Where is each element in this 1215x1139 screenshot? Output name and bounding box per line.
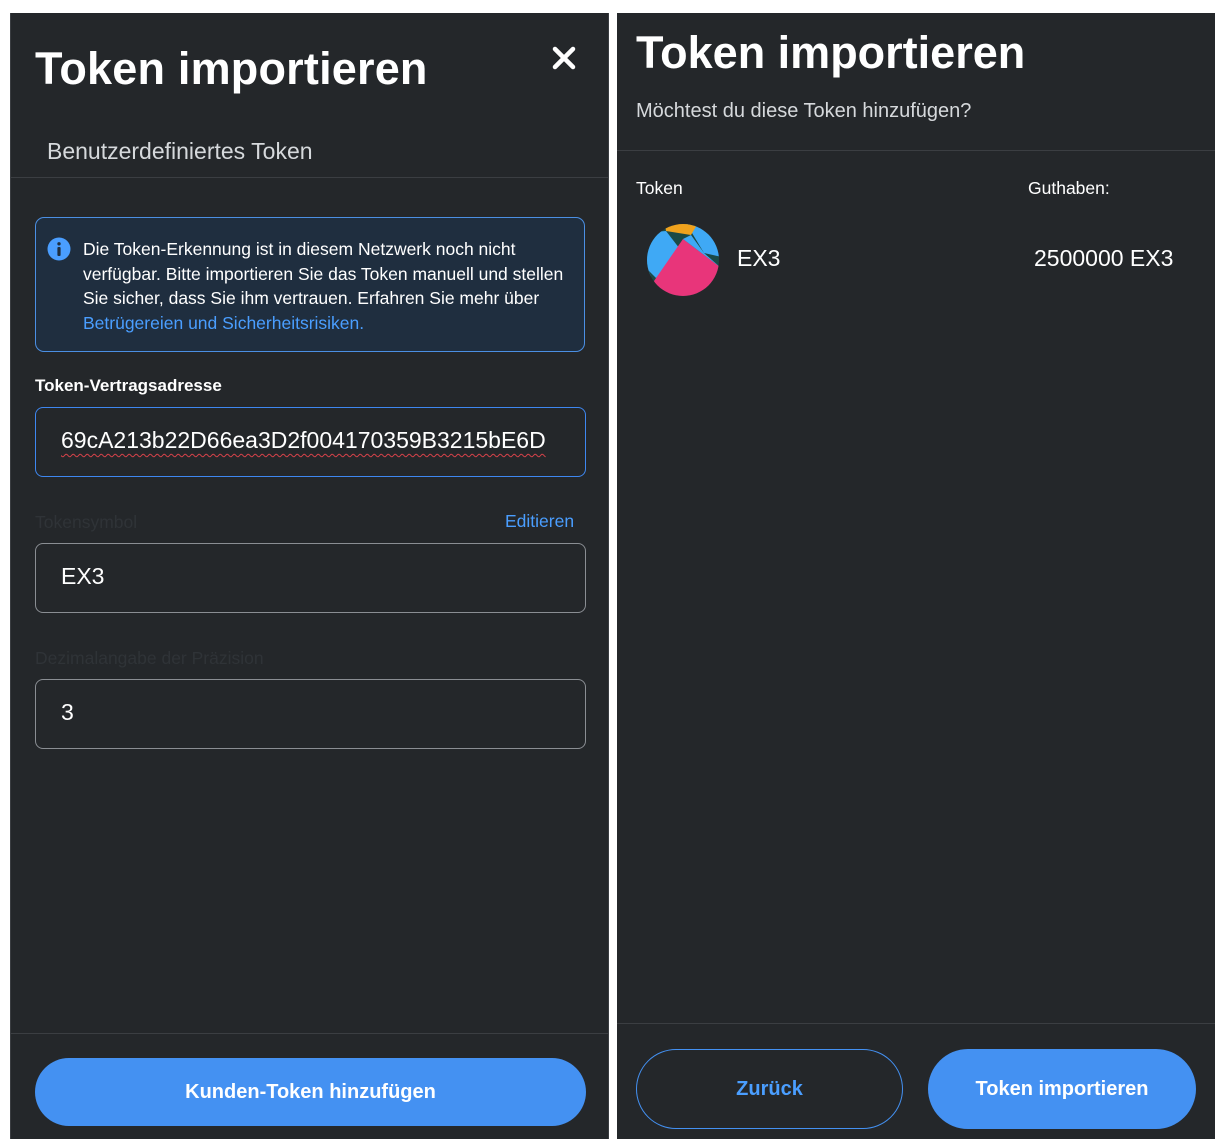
token-address-value: 69cA213b22D66ea3D2f004170359B3215bE6D	[61, 427, 546, 453]
token-decimals-value: 3	[61, 699, 74, 725]
info-icon	[47, 237, 71, 261]
close-icon[interactable]	[547, 41, 581, 75]
custom-token-panel: Token importieren Benutzerdefiniertes To…	[10, 13, 609, 1139]
footer-divider	[11, 1033, 608, 1034]
token-symbol-value: EX3	[61, 563, 105, 589]
divider	[11, 177, 608, 178]
page-subtitle: Möchtest du diese Token hinzufügen?	[636, 100, 972, 122]
tab-custom-token[interactable]: Benutzerdefiniertes Token	[47, 138, 313, 165]
edit-symbol-link[interactable]: Editieren	[505, 511, 574, 532]
divider	[617, 150, 1215, 151]
info-banner-text: Die Token-Erkennung ist in diesem Netzwe…	[83, 237, 573, 335]
token-decimals-input[interactable]: 3	[35, 679, 586, 749]
column-header-token: Token	[636, 178, 683, 198]
import-token-button[interactable]: Token importieren	[928, 1049, 1196, 1129]
page-title: Token importieren	[35, 43, 428, 94]
token-name: EX3	[737, 245, 781, 271]
token-address-input[interactable]: 69cA213b22D66ea3D2f004170359B3215bE6D	[35, 407, 586, 477]
address-label: Token-Vertragsadresse	[35, 376, 222, 395]
confirm-import-panel: Token importieren Möchtest du diese Toke…	[617, 13, 1215, 1139]
info-banner-message: Die Token-Erkennung ist in diesem Netzwe…	[83, 239, 564, 308]
decimals-label: Dezimalangabe der Präzision	[35, 648, 264, 668]
token-avatar-icon	[646, 223, 720, 297]
token-balance: 2500000 EX3	[1034, 245, 1174, 271]
info-banner: Die Token-Erkennung ist in diesem Netzwe…	[35, 217, 585, 352]
page-title: Token importieren	[636, 27, 1026, 78]
add-custom-token-button[interactable]: Kunden-Token hinzufügen	[35, 1058, 586, 1126]
token-symbol-input[interactable]: EX3	[35, 543, 586, 613]
column-header-balance: Guthaben:	[1028, 178, 1110, 198]
scam-risks-link[interactable]: Betrügereien und Sicherheitsrisiken.	[83, 313, 364, 333]
footer-divider	[617, 1023, 1215, 1024]
symbol-label: Tokensymbol	[35, 512, 138, 532]
back-button[interactable]: Zurück	[636, 1049, 903, 1129]
